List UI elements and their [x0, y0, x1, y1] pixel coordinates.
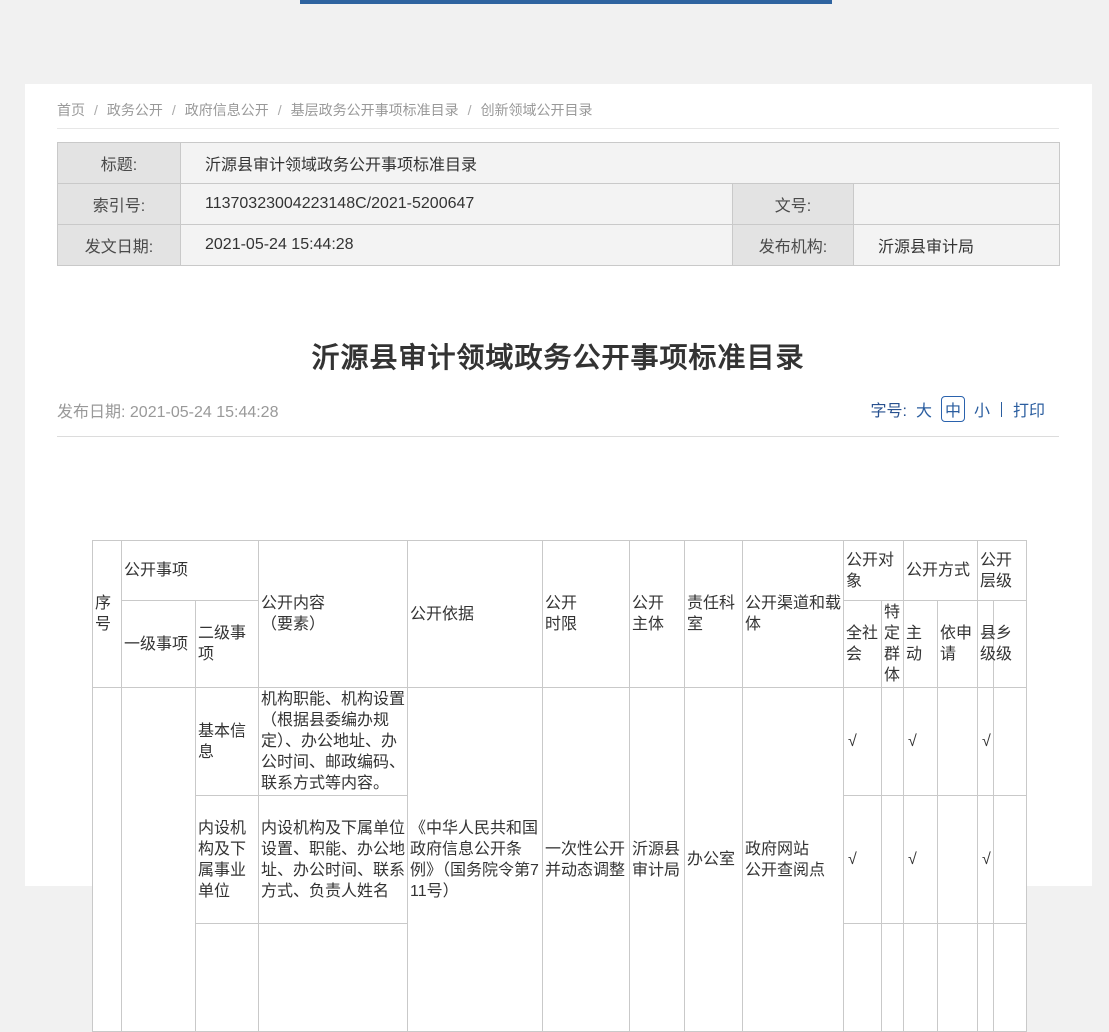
- content-panel: 首页 / 政务公开 / 政府信息公开 / 基层政务公开事项标准目录 / 创新领域公开目录 标题:…: [25, 84, 1092, 886]
- font-size-small-button[interactable]: 小: [974, 397, 990, 421]
- header-zhudong: 主动: [904, 601, 938, 688]
- check-quanshehui: [844, 924, 882, 1032]
- catalog-data-row-1: 基本信息 机构职能、机构设置（根据县委编办规定）、办公地址、办公时间、邮政编码、…: [93, 688, 1027, 796]
- cell-gongkai-shixian: 一次性公开并动态调整: [543, 688, 630, 1032]
- breadcrumb: 首页 / 政务公开 / 政府信息公开 / 基层政务公开事项标准目录 / 创新领域公开目录: [57, 100, 593, 120]
- header-gongkai-zhuti: 公开 主体: [630, 541, 685, 688]
- catalog-header-row-1: 序号 公开事项 公开内容 （要素） 公开依据 公开 时限 公开 主体 责任科室 …: [93, 541, 1027, 601]
- check-teding: [882, 688, 904, 796]
- print-button[interactable]: 打印: [1013, 397, 1045, 421]
- issue-date-label: 发文日期:: [58, 225, 181, 266]
- info-row-index: 索引号: 11370323004223148C/2021-5200647 文号:: [58, 184, 1060, 225]
- article-meta-row: 发布日期: 2021-05-24 15:44:28 字号: 大 中 小 打印: [57, 394, 1059, 424]
- header-yishenqing: 依申请: [938, 601, 978, 688]
- font-size-label: 字号:: [870, 397, 906, 421]
- check-teding: [882, 924, 904, 1032]
- breadcrumb-divider: [57, 128, 1059, 129]
- header-yiji-shixiang: 一级事项: [122, 601, 196, 688]
- check-quanshehui: √: [844, 688, 882, 796]
- info-row-date: 发文日期: 2021-05-24 15:44:28 发布机构: 沂源县审计局: [58, 225, 1060, 266]
- check-xianji: √: [978, 688, 994, 796]
- check-xiangji: [994, 924, 1027, 1032]
- index-number-value: 11370323004223148C/2021-5200647: [181, 184, 733, 225]
- breadcrumb-separator: /: [468, 102, 472, 118]
- breadcrumb-separator: /: [278, 102, 282, 118]
- cell-gongkai-neirong: 内设机构及下属单位设置、职能、办公地址、办公时间、联系方式、负责人姓名: [259, 796, 408, 924]
- cell-qudao-zaiti: 政府网站 公开查阅点: [743, 688, 844, 1032]
- header-qudao-zaiti: 公开渠道和载体: [743, 541, 844, 688]
- doc-number-value: [854, 184, 1060, 225]
- cell-erji-shixiang: [196, 924, 259, 1032]
- check-xiangji: [994, 796, 1027, 924]
- cell-erji-shixiang: 内设机构及下属事业单位: [196, 796, 259, 924]
- check-xianji: √: [978, 796, 994, 924]
- cell-gongkai-neirong: [259, 924, 408, 1032]
- cell-gongkai-neirong: 机构职能、机构设置（根据县委编办规定）、办公地址、办公时间、邮政编码、联系方式等…: [259, 688, 408, 796]
- cell-gongkai-zhuti: 沂源县审计局: [630, 688, 685, 1032]
- breadcrumb-zhengwu[interactable]: 政务公开: [107, 102, 163, 118]
- header-quanshehui: 全社会: [844, 601, 882, 688]
- catalog-table: 序号 公开事项 公开内容 （要素） 公开依据 公开 时限 公开 主体 责任科室 …: [92, 540, 1027, 1032]
- issuing-org-value: 沂源县审计局: [854, 225, 1060, 266]
- cell-yiji-shixiang: [122, 688, 196, 1032]
- breadcrumb-separator: /: [94, 102, 98, 118]
- catalog-table-container: 序号 公开事项 公开内容 （要素） 公开依据 公开 时限 公开 主体 责任科室 …: [92, 540, 1027, 1032]
- header-gongkai-shixian: 公开 时限: [543, 541, 630, 688]
- header-erji-shixiang: 二级事项: [196, 601, 259, 688]
- breadcrumb-separator: /: [172, 102, 176, 118]
- divider: [1001, 402, 1002, 417]
- issuing-org-label: 发布机构:: [733, 225, 854, 266]
- breadcrumb-xinxi[interactable]: 政府信息公开: [185, 102, 269, 118]
- title-value: 沂源县审计领域政务公开事项标准目录: [181, 143, 1060, 184]
- check-yishenqing: [938, 688, 978, 796]
- header-xiangji: 乡级: [994, 601, 1027, 688]
- document-info-table: 标题: 沂源县审计领域政务公开事项标准目录 索引号: 1137032300422…: [57, 142, 1060, 266]
- info-row-title: 标题: 沂源县审计领域政务公开事项标准目录: [58, 143, 1060, 184]
- font-size-medium-button[interactable]: 中: [941, 396, 965, 422]
- breadcrumb-jiceng[interactable]: 基层政务公开事项标准目录: [291, 102, 459, 118]
- check-yishenqing: [938, 796, 978, 924]
- article-divider: [57, 436, 1059, 437]
- header-xuhao: 序号: [93, 541, 122, 688]
- breadcrumb-chuangxin[interactable]: 创新领域公开目录: [481, 102, 593, 118]
- header-gongkai-fangshi: 公开方式: [904, 541, 978, 601]
- header-gongkai-duixiang: 公开对象: [844, 541, 904, 601]
- check-yishenqing: [938, 924, 978, 1032]
- check-zhudong: √: [904, 688, 938, 796]
- header-zeren-keshi: 责任科室: [685, 541, 743, 688]
- check-quanshehui: √: [844, 796, 882, 924]
- font-size-controls: 字号: 大 中 小 打印: [870, 396, 1045, 422]
- cell-erji-shixiang: 基本信息: [196, 688, 259, 796]
- check-xiangji: [994, 688, 1027, 796]
- index-number-label: 索引号:: [58, 184, 181, 225]
- check-zhudong: √: [904, 796, 938, 924]
- cell-xuhao: [93, 688, 122, 1032]
- header-teding-qunti: 特定群体: [882, 601, 904, 688]
- check-xianji: [978, 924, 994, 1032]
- header-gongkai-shixiang: 公开事项: [122, 541, 259, 601]
- font-size-large-button[interactable]: 大: [916, 397, 932, 421]
- check-zhudong: [904, 924, 938, 1032]
- cell-gongkai-yiju: 《中华人民共和国政府信息公开条例》（国务院令第711号）: [408, 688, 543, 1032]
- header-gongkai-yiju: 公开依据: [408, 541, 543, 688]
- doc-number-label: 文号:: [733, 184, 854, 225]
- publish-date: 发布日期: 2021-05-24 15:44:28: [57, 398, 278, 422]
- check-teding: [882, 796, 904, 924]
- title-label: 标题:: [58, 143, 181, 184]
- header-gongkai-cengji: 公开层级: [978, 541, 1027, 601]
- top-nav-bar-remnant: [300, 0, 832, 4]
- header-xianji: 县级: [978, 601, 994, 688]
- header-gongkai-neirong: 公开内容 （要素）: [259, 541, 408, 688]
- breadcrumb-home[interactable]: 首页: [57, 102, 85, 118]
- issue-date-value: 2021-05-24 15:44:28: [181, 225, 733, 266]
- cell-zeren-keshi: 办公室: [685, 688, 743, 1032]
- page-title: 沂源县审计领域政务公开事项标准目录: [57, 336, 1059, 376]
